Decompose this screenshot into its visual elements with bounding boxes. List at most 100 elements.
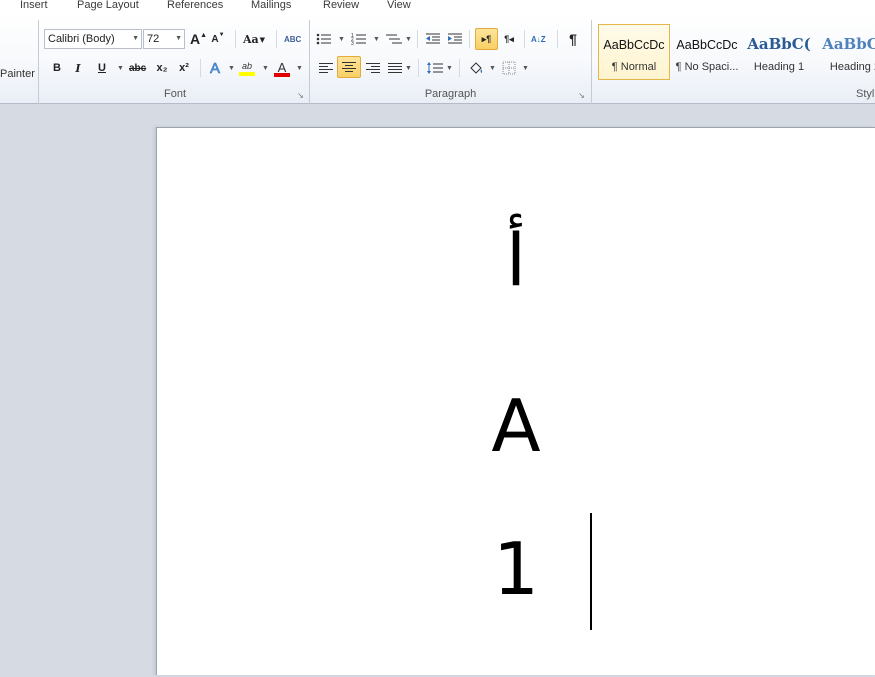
chevron-down-icon[interactable]: ▼ — [489, 65, 496, 72]
show-hide-button[interactable]: ¶ — [565, 29, 581, 49]
italic-button[interactable]: I — [70, 58, 86, 78]
document-line-digit[interactable]: 1 — [157, 533, 875, 605]
clear-formatting-button[interactable]: ABC — [283, 29, 302, 49]
text-highlight-button[interactable]: ab — [238, 56, 256, 80]
chevron-down-icon[interactable]: ▼ — [228, 65, 235, 72]
ribbon: Painter Calibri (Body) ▼ 72 ▼ A ▲ A ▼ Aa ▼ … — [0, 14, 875, 104]
chevron-down-icon[interactable]: ▼ — [338, 36, 345, 43]
separator — [524, 30, 525, 48]
justify-icon — [388, 63, 402, 73]
pilcrow-icon: ¶ — [569, 31, 577, 47]
document-line-latin[interactable]: A — [157, 390, 875, 462]
multilevel-list-button[interactable] — [384, 29, 404, 49]
align-right-icon — [366, 63, 380, 73]
grow-font-button[interactable]: A ▲ — [189, 29, 208, 49]
separator — [200, 59, 201, 77]
chevron-down-icon[interactable]: ▼ — [175, 30, 182, 48]
shrink-font-button[interactable]: A ▼ — [210, 29, 226, 49]
highlight-color-bar — [239, 71, 255, 76]
subscript-icon: x₂ — [156, 62, 168, 74]
tab-page-layout[interactable]: Page Layout — [77, 0, 139, 11]
style-name: Heading 1 — [753, 61, 805, 73]
subscript-button[interactable]: x₂ — [154, 58, 170, 78]
superscript-icon: x² — [179, 62, 189, 74]
group-separator — [38, 20, 39, 104]
bold-button[interactable]: B — [49, 58, 65, 78]
change-case-button[interactable]: Aa ▼ — [242, 29, 266, 49]
tab-view[interactable]: View — [387, 0, 411, 11]
shrink-font-icon: A — [211, 33, 219, 45]
italic-icon: I — [75, 61, 81, 75]
shading-button[interactable] — [467, 58, 487, 78]
tab-review[interactable]: Review — [323, 0, 359, 11]
chevron-down-icon[interactable]: ▼ — [405, 65, 412, 72]
bold-icon: B — [53, 62, 61, 74]
text-effects-button[interactable]: A — [207, 58, 223, 78]
grow-font-icon: A — [190, 31, 201, 47]
chevron-down-icon[interactable]: ▼ — [373, 36, 380, 43]
font-name-combo[interactable]: Calibri (Body) ▼ — [44, 29, 142, 49]
underline-button[interactable]: U — [94, 58, 110, 78]
style-normal[interactable]: AaBbCcDc ¶ Normal — [598, 24, 670, 80]
chevron-down-icon[interactable]: ▼ — [296, 65, 303, 72]
increase-indent-icon — [448, 33, 462, 44]
document-line-arabic[interactable]: أ — [157, 224, 875, 296]
right-to-left-button[interactable]: ¶◂ — [501, 29, 517, 49]
line-spacing-button[interactable] — [425, 58, 445, 78]
style-name: ¶ Normal — [611, 61, 657, 73]
svg-text:3: 3 — [351, 41, 354, 46]
increase-indent-button[interactable] — [446, 29, 464, 49]
clear-formatting-icon: ABC — [284, 34, 302, 44]
left-to-right-icon: ▸¶ — [481, 33, 492, 44]
tab-references[interactable]: References — [167, 0, 223, 11]
sort-button[interactable]: A↓Z — [530, 29, 547, 49]
justify-button[interactable] — [386, 58, 404, 78]
separator — [459, 59, 460, 77]
chevron-down-icon[interactable]: ▼ — [132, 30, 139, 48]
paint-bucket-icon — [470, 62, 483, 74]
style-name: ¶ No Spaci... — [675, 61, 739, 73]
chevron-down-icon[interactable]: ▼ — [262, 65, 269, 72]
style-preview: AaBbCc — [822, 35, 875, 53]
align-left-button[interactable] — [317, 58, 335, 78]
left-to-right-button[interactable]: ▸¶ — [475, 28, 498, 50]
style-heading-1[interactable]: AaBbC( Heading 1 — [743, 24, 815, 80]
dialog-launcher-icon[interactable]: ↘ — [296, 91, 305, 100]
numbering-button[interactable]: 123 — [350, 29, 368, 49]
align-left-icon — [319, 63, 333, 73]
dialog-launcher-icon[interactable]: ↘ — [577, 91, 586, 100]
document-workspace: أ A 1 — [0, 105, 875, 677]
chevron-down-icon[interactable]: ▼ — [522, 65, 529, 72]
font-color-bar — [274, 72, 290, 77]
document-page[interactable]: أ A 1 — [156, 127, 875, 675]
chevron-down-icon[interactable]: ▼ — [405, 36, 412, 43]
separator — [418, 59, 419, 77]
separator — [557, 30, 558, 48]
line-spacing-icon — [427, 62, 443, 74]
style-no-spacing[interactable]: AaBbCcDc ¶ No Spaci... — [671, 24, 743, 80]
superscript-button[interactable]: x² — [176, 58, 192, 78]
decrease-indent-button[interactable] — [424, 29, 442, 49]
tab-insert[interactable]: Insert — [20, 0, 48, 11]
separator — [235, 30, 236, 48]
font-color-button[interactable]: A — [273, 56, 291, 80]
strikethrough-button[interactable]: abc — [128, 58, 147, 78]
borders-icon — [502, 61, 516, 75]
borders-button[interactable] — [501, 58, 517, 78]
paragraph-group-label: Paragraph — [424, 88, 477, 100]
align-right-button[interactable] — [364, 58, 382, 78]
separator — [276, 30, 277, 48]
chevron-down-icon[interactable]: ▼ — [446, 65, 453, 72]
sort-icon: A↓Z — [531, 34, 546, 44]
bullets-button[interactable] — [315, 29, 333, 49]
strikethrough-icon: abc — [129, 62, 147, 74]
align-center-button[interactable] — [337, 56, 361, 78]
format-painter-button[interactable]: Painter — [0, 68, 35, 80]
tab-mailings[interactable]: Mailings — [251, 0, 291, 11]
style-heading-2[interactable]: AaBbCc Heading 2 — [816, 24, 875, 80]
font-size-combo[interactable]: 72 ▼ — [143, 29, 185, 49]
change-case-icon: Aa — [243, 32, 259, 46]
multilevel-list-icon — [386, 34, 402, 44]
chevron-down-icon[interactable]: ▼ — [117, 65, 124, 72]
right-to-left-icon: ¶◂ — [504, 33, 514, 44]
